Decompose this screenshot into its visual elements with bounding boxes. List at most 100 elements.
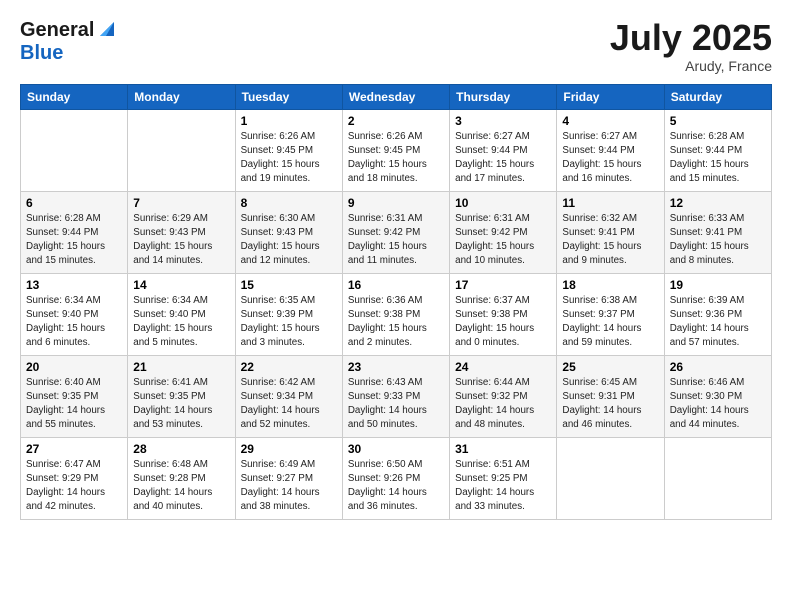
header: General Blue July 2025 Arudy, France: [20, 18, 772, 74]
title-block: July 2025 Arudy, France: [610, 18, 772, 74]
calendar-day-cell: 7 Sunrise: 6:29 AMSunset: 9:43 PMDaylight…: [128, 191, 235, 273]
calendar-day-cell: 23 Sunrise: 6:43 AMSunset: 9:33 PMDayligh…: [342, 355, 449, 437]
day-info: Sunrise: 6:45 AMSunset: 9:31 PMDaylight:…: [562, 376, 658, 433]
calendar-day-cell: [128, 109, 235, 191]
weekday-header: Thursday: [450, 84, 557, 109]
weekday-header: Sunday: [21, 84, 128, 109]
day-info: Sunrise: 6:32 AMSunset: 9:41 PMDaylight:…: [562, 212, 658, 269]
day-info: Sunrise: 6:47 AMSunset: 9:29 PMDaylight:…: [26, 458, 122, 515]
day-info: Sunrise: 6:31 AMSunset: 9:42 PMDaylight:…: [348, 212, 444, 269]
day-info: Sunrise: 6:28 AMSunset: 9:44 PMDaylight:…: [670, 130, 766, 187]
calendar-week-row: 20 Sunrise: 6:40 AMSunset: 9:35 PMDayligh…: [21, 355, 772, 437]
day-info: Sunrise: 6:42 AMSunset: 9:34 PMDaylight:…: [241, 376, 337, 433]
day-info: Sunrise: 6:38 AMSunset: 9:37 PMDaylight:…: [562, 294, 658, 351]
calendar-day-cell: 15 Sunrise: 6:35 AMSunset: 9:39 PMDayligh…: [235, 273, 342, 355]
calendar-day-cell: 25 Sunrise: 6:45 AMSunset: 9:31 PMDayligh…: [557, 355, 664, 437]
day-number: 21: [133, 360, 229, 374]
logo-general-text: General: [20, 19, 94, 42]
calendar-day-cell: 8Sunrise: 6:30 AMSunset: 9:43 PMDaylight…: [235, 191, 342, 273]
calendar-day-cell: 31Sunrise: 6:51 AMSunset: 9:25 PMDayligh…: [450, 437, 557, 519]
day-info: Sunrise: 6:43 AMSunset: 9:33 PMDaylight:…: [348, 376, 444, 433]
day-number: 18: [562, 278, 658, 292]
day-number: 20: [26, 360, 122, 374]
day-number: 15: [241, 278, 337, 292]
calendar-day-cell: 11 Sunrise: 6:32 AMSunset: 9:41 PMDayligh…: [557, 191, 664, 273]
calendar-table: SundayMondayTuesdayWednesdayThursdayFrid…: [20, 84, 772, 520]
day-number: 4: [562, 114, 658, 128]
day-info: Sunrise: 6:36 AMSunset: 9:38 PMDaylight:…: [348, 294, 444, 351]
day-number: 14: [133, 278, 229, 292]
day-number: 6: [26, 196, 122, 210]
day-number: 28: [133, 442, 229, 456]
day-number: 5: [670, 114, 766, 128]
location: Arudy, France: [610, 58, 772, 74]
month-title: July 2025: [610, 18, 772, 58]
day-info: Sunrise: 6:41 AMSunset: 9:35 PMDaylight:…: [133, 376, 229, 433]
day-number: 17: [455, 278, 551, 292]
calendar-day-cell: 18 Sunrise: 6:38 AMSunset: 9:37 PMDayligh…: [557, 273, 664, 355]
calendar-day-cell: 21 Sunrise: 6:41 AMSunset: 9:35 PMDayligh…: [128, 355, 235, 437]
calendar-week-row: 13 Sunrise: 6:34 AMSunset: 9:40 PMDayligh…: [21, 273, 772, 355]
day-info: Sunrise: 6:27 AMSunset: 9:44 PMDaylight:…: [562, 130, 658, 187]
day-info: Sunrise: 6:35 AMSunset: 9:39 PMDaylight:…: [241, 294, 337, 351]
calendar-day-cell: 14 Sunrise: 6:34 AMSunset: 9:40 PMDayligh…: [128, 273, 235, 355]
calendar-day-cell: 24Sunrise: 6:44 AMSunset: 9:32 PMDayligh…: [450, 355, 557, 437]
day-number: 9: [348, 196, 444, 210]
weekday-header: Saturday: [664, 84, 771, 109]
day-info: Sunrise: 6:34 AMSunset: 9:40 PMDaylight:…: [26, 294, 122, 351]
calendar-day-cell: 20 Sunrise: 6:40 AMSunset: 9:35 PMDayligh…: [21, 355, 128, 437]
day-info: Sunrise: 6:27 AMSunset: 9:44 PMDaylight:…: [455, 130, 551, 187]
weekday-header: Monday: [128, 84, 235, 109]
calendar-day-cell: 13 Sunrise: 6:34 AMSunset: 9:40 PMDayligh…: [21, 273, 128, 355]
calendar-day-cell: 12 Sunrise: 6:33 AMSunset: 9:41 PMDayligh…: [664, 191, 771, 273]
day-number: 1: [241, 114, 337, 128]
page: General Blue July 2025 Arudy, France Sun…: [0, 0, 792, 612]
calendar-day-cell: 3 Sunrise: 6:27 AMSunset: 9:44 PMDaylight…: [450, 109, 557, 191]
day-info: Sunrise: 6:40 AMSunset: 9:35 PMDaylight:…: [26, 376, 122, 433]
day-number: 7: [133, 196, 229, 210]
calendar-day-cell: 2Sunrise: 6:26 AMSunset: 9:45 PMDaylight…: [342, 109, 449, 191]
day-number: 3: [455, 114, 551, 128]
logo-blue-text: Blue: [20, 42, 63, 64]
day-number: 25: [562, 360, 658, 374]
day-number: 23: [348, 360, 444, 374]
day-number: 27: [26, 442, 122, 456]
day-info: Sunrise: 6:33 AMSunset: 9:41 PMDaylight:…: [670, 212, 766, 269]
day-number: 26: [670, 360, 766, 374]
calendar-day-cell: [21, 109, 128, 191]
day-info: Sunrise: 6:39 AMSunset: 9:36 PMDaylight:…: [670, 294, 766, 351]
day-info: Sunrise: 6:29 AMSunset: 9:43 PMDaylight:…: [133, 212, 229, 269]
day-number: 8: [241, 196, 337, 210]
calendar-day-cell: 27 Sunrise: 6:47 AMSunset: 9:29 PMDayligh…: [21, 437, 128, 519]
day-info: Sunrise: 6:49 AMSunset: 9:27 PMDaylight:…: [241, 458, 337, 515]
day-number: 30: [348, 442, 444, 456]
calendar-day-cell: 10Sunrise: 6:31 AMSunset: 9:42 PMDayligh…: [450, 191, 557, 273]
calendar-week-row: 27 Sunrise: 6:47 AMSunset: 9:29 PMDayligh…: [21, 437, 772, 519]
day-info: Sunrise: 6:34 AMSunset: 9:40 PMDaylight:…: [133, 294, 229, 351]
day-info: Sunrise: 6:46 AMSunset: 9:30 PMDaylight:…: [670, 376, 766, 433]
calendar-header-row: SundayMondayTuesdayWednesdayThursdayFrid…: [21, 84, 772, 109]
calendar-day-cell: 19 Sunrise: 6:39 AMSunset: 9:36 PMDayligh…: [664, 273, 771, 355]
day-number: 13: [26, 278, 122, 292]
calendar-day-cell: 30 Sunrise: 6:50 AMSunset: 9:26 PMDayligh…: [342, 437, 449, 519]
day-number: 19: [670, 278, 766, 292]
logo-icon: [96, 18, 118, 40]
calendar-week-row: 1Sunrise: 6:26 AMSunset: 9:45 PMDaylight…: [21, 109, 772, 191]
day-info: Sunrise: 6:37 AMSunset: 9:38 PMDaylight:…: [455, 294, 551, 351]
day-info: Sunrise: 6:48 AMSunset: 9:28 PMDaylight:…: [133, 458, 229, 515]
weekday-header: Wednesday: [342, 84, 449, 109]
day-number: 16: [348, 278, 444, 292]
weekday-header: Friday: [557, 84, 664, 109]
calendar-day-cell: 4 Sunrise: 6:27 AMSunset: 9:44 PMDaylight…: [557, 109, 664, 191]
calendar-day-cell: 22Sunrise: 6:42 AMSunset: 9:34 PMDayligh…: [235, 355, 342, 437]
calendar-day-cell: 6Sunrise: 6:28 AMSunset: 9:44 PMDaylight…: [21, 191, 128, 273]
calendar-day-cell: [557, 437, 664, 519]
day-info: Sunrise: 6:50 AMSunset: 9:26 PMDaylight:…: [348, 458, 444, 515]
day-number: 12: [670, 196, 766, 210]
day-number: 31: [455, 442, 551, 456]
calendar-day-cell: [664, 437, 771, 519]
day-number: 11: [562, 196, 658, 210]
calendar-week-row: 6Sunrise: 6:28 AMSunset: 9:44 PMDaylight…: [21, 191, 772, 273]
logo: General Blue: [20, 18, 118, 65]
calendar-day-cell: 26 Sunrise: 6:46 AMSunset: 9:30 PMDayligh…: [664, 355, 771, 437]
